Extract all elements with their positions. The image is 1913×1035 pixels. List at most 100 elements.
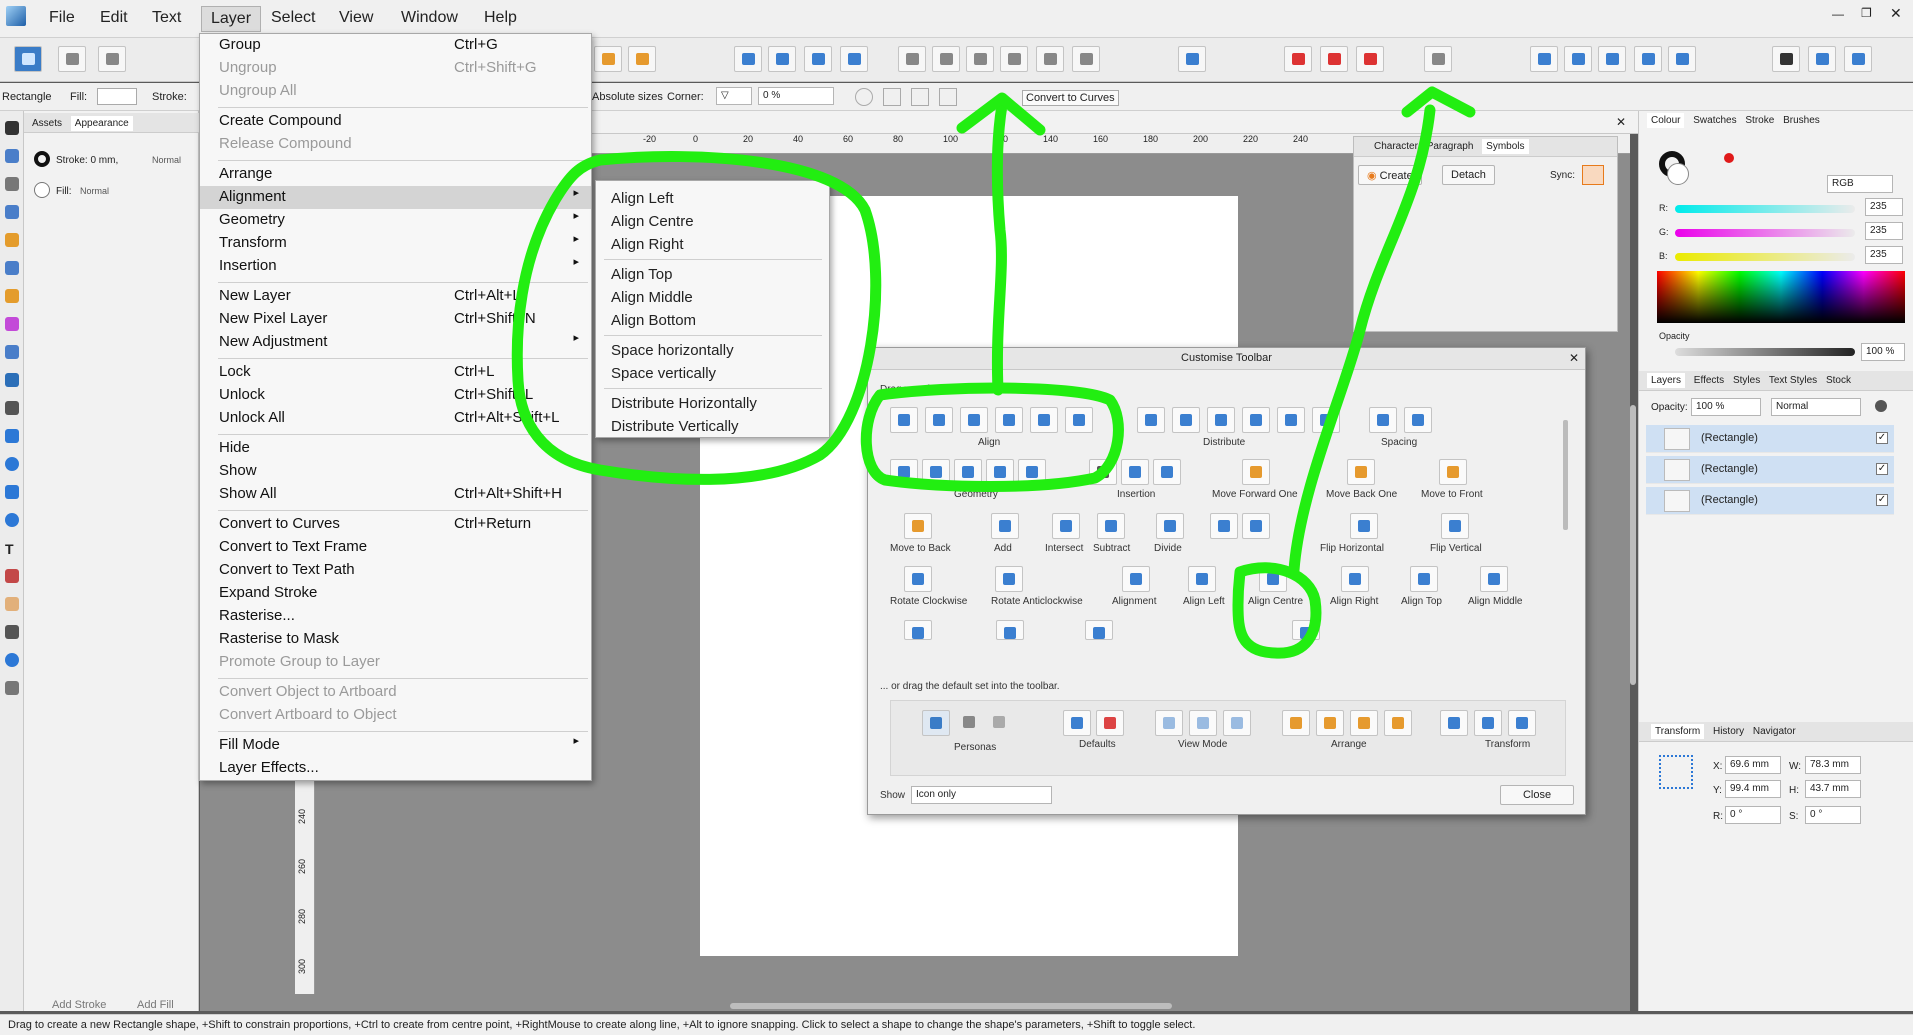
close-window-icon[interactable]: ✕	[1890, 5, 1902, 22]
intersect-item[interactable]	[1052, 513, 1080, 539]
tab-brushes[interactable]: Brushes	[1783, 115, 1820, 126]
view-tool-icon[interactable]	[5, 625, 19, 639]
tab-stock[interactable]: Stock	[1826, 375, 1851, 386]
distribute-item-5[interactable]	[1277, 407, 1305, 433]
menu-item-show-all[interactable]: Show All Ctrl+Alt+Shift+H	[200, 483, 591, 506]
show-mode-select[interactable]: Icon only	[911, 786, 1052, 804]
menu-item-convert-to-curves[interactable]: Convert to Curves Ctrl+Return	[200, 513, 591, 536]
add-item[interactable]	[991, 513, 1019, 539]
tab-paragraph[interactable]: Paragraph	[1427, 141, 1474, 152]
fill-tool-icon[interactable]	[5, 317, 19, 331]
sync-toggle-icon[interactable]	[1582, 165, 1604, 185]
view-mode-item-1[interactable]	[1155, 710, 1183, 736]
g-slider[interactable]	[1675, 229, 1855, 237]
arrange-item-1[interactable]	[1282, 710, 1310, 736]
anchor-selector-icon[interactable]	[1659, 755, 1693, 789]
dialog-scrollbar[interactable]	[1563, 420, 1568, 530]
align-left-toolbar-item[interactable]	[1188, 566, 1216, 592]
alignment-item[interactable]	[1122, 566, 1150, 592]
rotate-anticlockwise-item[interactable]	[995, 566, 1023, 592]
distribute-item-4[interactable]	[1242, 407, 1270, 433]
menu-item-convert-to-text-path[interactable]: Convert to Text Path	[200, 559, 591, 582]
submenu-space-vertically[interactable]: Space vertically	[596, 362, 829, 385]
tab-stroke[interactable]: Stroke	[1745, 115, 1774, 126]
menu-item-convert-to-text-frame[interactable]: Convert to Text Frame	[200, 536, 591, 559]
menu-layer[interactable]: Layer	[201, 6, 262, 32]
stroke-swatch-icon[interactable]	[34, 151, 50, 167]
align-bottom-item[interactable]	[1065, 407, 1093, 433]
menu-window[interactable]: Window	[401, 9, 458, 27]
align-centre-item[interactable]	[925, 407, 953, 433]
magnet-icon[interactable]	[1356, 46, 1384, 72]
w-field[interactable]: 78.3 mm	[1805, 756, 1861, 774]
align-top-icon[interactable]	[1000, 46, 1028, 72]
vertical-scrollbar[interactable]	[1630, 405, 1636, 685]
menu-edit[interactable]: Edit	[100, 9, 128, 27]
snapping-icon[interactable]	[1284, 46, 1312, 72]
layer-opacity-select[interactable]: 100 %	[1691, 398, 1761, 416]
align-top-item[interactable]	[995, 407, 1023, 433]
insert-top-icon[interactable]	[1808, 46, 1836, 72]
close-document-icon[interactable]: ✕	[1616, 115, 1626, 129]
align-right-item[interactable]	[960, 407, 988, 433]
colour-model-select[interactable]: RGB	[1827, 175, 1893, 193]
menu-select[interactable]: Select	[271, 9, 315, 27]
arrange-icon[interactable]	[594, 46, 622, 72]
menu-item-rasterise[interactable]: Rasterise...	[200, 605, 591, 628]
submenu-align-right[interactable]: Align Right	[596, 233, 829, 256]
menu-item-hide[interactable]: Hide	[200, 437, 591, 460]
align-right-toolbar-item[interactable]	[1341, 566, 1369, 592]
submenu-align-centre[interactable]: Align Centre	[596, 210, 829, 233]
geometry-xor-icon[interactable]	[1634, 46, 1662, 72]
submenu-distribute-vertically[interactable]: Distribute Vertically	[596, 415, 829, 438]
flip-vertical-item[interactable]	[1441, 513, 1469, 539]
slice-tool-icon[interactable]	[5, 681, 19, 695]
align-middle-icon[interactable]	[1036, 46, 1064, 72]
menu-item-new-layer[interactable]: New Layer Ctrl+Alt+L	[200, 285, 591, 308]
tab-text-styles[interactable]: Text Styles	[1769, 375, 1817, 386]
partial-item-1[interactable]	[904, 620, 932, 640]
distribute-item-6[interactable]	[1312, 407, 1340, 433]
y-field[interactable]: 99.4 mm	[1725, 780, 1781, 798]
fill-mode[interactable]: Normal	[80, 186, 109, 196]
b-slider[interactable]	[1675, 253, 1855, 261]
shear-field[interactable]: 0 °	[1805, 806, 1861, 824]
shape-tool-icon[interactable]	[5, 513, 19, 527]
menu-text[interactable]: Text	[152, 9, 181, 27]
resize-icon[interactable]	[911, 88, 929, 106]
arrange-item-4[interactable]	[1384, 710, 1412, 736]
partial-item-2[interactable]	[996, 620, 1024, 640]
submenu-align-bottom[interactable]: Align Bottom	[596, 309, 829, 332]
r-value[interactable]: 235	[1865, 198, 1903, 216]
snap-grid-icon[interactable]	[1320, 46, 1348, 72]
r-slider[interactable]	[1675, 205, 1855, 213]
menu-item-create-compound[interactable]: Create Compound	[200, 110, 591, 133]
align-bottom-icon[interactable]	[1072, 46, 1100, 72]
opacity-value[interactable]: 100 %	[1861, 343, 1905, 361]
menu-item-arrange[interactable]: Arrange ▸	[200, 163, 591, 186]
arrange-2-icon[interactable]	[628, 46, 656, 72]
tab-colour[interactable]: Colour	[1647, 113, 1685, 128]
tab-character[interactable]: Character	[1374, 141, 1418, 152]
h-field[interactable]: 43.7 mm	[1805, 780, 1861, 798]
tab-symbols[interactable]: Symbols	[1482, 139, 1529, 154]
menu-item-new-adjustment[interactable]: New Adjustment ▸	[200, 331, 591, 354]
pencil-tool-icon[interactable]	[5, 261, 19, 275]
tab-layers[interactable]: Layers	[1647, 373, 1686, 388]
x-field[interactable]: 69.6 mm	[1725, 756, 1781, 774]
zoom-tool-icon[interactable]	[5, 653, 19, 667]
tab-transform[interactable]: Transform	[1651, 724, 1705, 739]
defaults-item-2[interactable]	[1096, 710, 1124, 736]
tab-assets[interactable]: Assets	[32, 118, 62, 129]
menu-help[interactable]: Help	[484, 9, 517, 27]
convert-to-curves-button[interactable]: Convert to Curves	[1022, 90, 1119, 106]
align-right-icon[interactable]	[966, 46, 994, 72]
flip-v-icon[interactable]	[768, 46, 796, 72]
menu-item-insertion[interactable]: Insertion ▸	[200, 255, 591, 278]
restore-icon[interactable]: ❐	[1861, 6, 1872, 20]
layer-row[interactable]: (Rectangle) ✓	[1646, 487, 1894, 515]
partial-item-3[interactable]	[1085, 620, 1113, 640]
add-stroke-button[interactable]: Add Stroke	[52, 999, 106, 1011]
menu-item-ungroup-all[interactable]: Ungroup All	[200, 80, 591, 103]
geometry-item-2[interactable]	[922, 459, 950, 485]
